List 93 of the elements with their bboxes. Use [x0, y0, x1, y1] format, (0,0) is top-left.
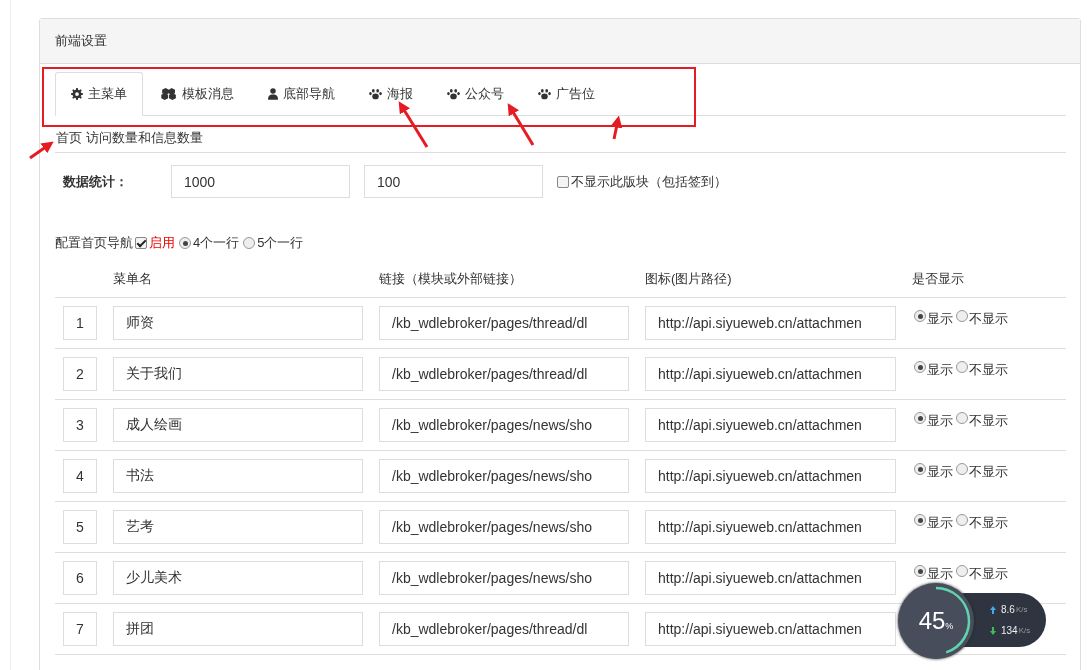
display-radio[interactable]: [956, 412, 968, 424]
display-radio[interactable]: [914, 565, 926, 577]
paw-icon: [538, 87, 551, 100]
column-header: 菜单名: [113, 270, 153, 288]
download-arrow-icon: [990, 626, 996, 635]
menu-name-field[interactable]: 成人绘画: [113, 408, 363, 442]
link-field[interactable]: /kb_wdlebroker/pages/thread/dl: [379, 357, 629, 391]
radio-label: 显示: [927, 514, 953, 532]
display-radio[interactable]: [956, 463, 968, 475]
tab[interactable]: 广告位: [522, 72, 611, 115]
annotation-arrow: [507, 103, 535, 146]
index-field[interactable]: 5: [63, 510, 97, 544]
radio-label: 不显示: [969, 310, 1008, 328]
panel-title: 前端设置: [55, 32, 107, 50]
tab[interactable]: 底部导航: [252, 72, 351, 115]
tab[interactable]: 海报: [353, 72, 429, 115]
cubes-icon: [161, 87, 177, 100]
radio-label: 显示: [927, 463, 953, 481]
percent-value: 45: [918, 607, 946, 635]
stat-input[interactable]: 1000: [171, 165, 350, 198]
menu-name-field[interactable]: 书法: [113, 459, 363, 493]
display-radio[interactable]: [956, 310, 968, 322]
nav-config-label: 配置首页导航: [55, 234, 133, 252]
radio-label: 不显示: [969, 412, 1008, 430]
radio-label: 不显示: [969, 514, 1008, 532]
radio-label: 显示: [927, 412, 953, 430]
link-field[interactable]: /kb_wdlebroker/pages/news/sho: [379, 459, 629, 493]
display-radio[interactable]: [914, 463, 926, 475]
menu-name-field[interactable]: 少儿美术: [113, 561, 363, 595]
percent-sign: %: [945, 621, 954, 631]
radio-label: 4个一行: [193, 234, 240, 252]
upload-speed: 8.6: [1001, 604, 1015, 615]
link-field[interactable]: /kb_wdlebroker/pages/news/sho: [379, 408, 629, 442]
display-radio[interactable]: [956, 361, 968, 373]
column-header: 是否显示: [912, 270, 965, 288]
column-header: 链接（模块或外部链接）: [379, 270, 523, 288]
icon-path-field[interactable]: http://api.siyueweb.cn/attachmen: [645, 459, 896, 493]
menu-name-field[interactable]: 师资: [113, 306, 363, 340]
tab[interactable]: 主菜单: [55, 72, 143, 116]
link-field[interactable]: /kb_wdlebroker/pages/thread/dl: [379, 306, 629, 340]
tab[interactable]: 公众号: [431, 72, 520, 115]
icon-path-field[interactable]: http://api.siyueweb.cn/attachmen: [645, 357, 896, 391]
section-title: 首页 访问数量和信息数量: [55, 116, 1066, 153]
annotation-arrow: [610, 115, 623, 140]
icon-path-field[interactable]: http://api.siyueweb.cn/attachmen: [645, 561, 896, 595]
gear-icon: [71, 88, 83, 100]
display-radio[interactable]: [956, 514, 968, 526]
link-field[interactable]: /kb_wdlebroker/pages/news/sho: [379, 561, 629, 595]
paw-icon: [369, 87, 382, 100]
index-field[interactable]: 2: [63, 357, 97, 391]
radio-label: 不显示: [969, 565, 1008, 583]
speed-unit: K/s: [1018, 626, 1031, 635]
radio-label: 5个一行: [257, 234, 304, 252]
radio-label: 显示: [927, 361, 953, 379]
stats-label: 数据统计：: [63, 172, 129, 191]
index-field[interactable]: 3: [63, 408, 97, 442]
index-field[interactable]: 1: [63, 306, 97, 340]
menu-name-field[interactable]: 关于我们: [113, 357, 363, 391]
menu-name-field[interactable]: 艺考: [113, 510, 363, 544]
enable-label: 启用: [149, 234, 175, 252]
speed-unit: K/s: [1015, 605, 1028, 614]
icon-path-field[interactable]: http://api.siyueweb.cn/attachmen: [645, 612, 896, 646]
paw-icon: [447, 87, 460, 100]
icon-path-field[interactable]: http://api.siyueweb.cn/attachmen: [645, 510, 896, 544]
download-speed: 134: [1001, 625, 1018, 636]
link-field[interactable]: /kb_wdlebroker/pages/news/sho: [379, 510, 629, 544]
index-field[interactable]: 6: [63, 561, 97, 595]
radio-label: 不显示: [969, 463, 1008, 481]
upload-arrow-icon: [990, 605, 996, 614]
radio-label: 显示: [927, 565, 953, 583]
user-icon: [268, 87, 278, 100]
annotation-arrow: [398, 101, 429, 148]
checkbox[interactable]: [557, 175, 569, 188]
menu-name-field[interactable]: 拼团: [113, 612, 363, 646]
tab[interactable]: 模板消息: [145, 72, 250, 115]
enable-checkbox[interactable]: [135, 237, 147, 249]
index-field[interactable]: 4: [63, 459, 97, 493]
layout-radio[interactable]: [179, 237, 191, 249]
display-radio[interactable]: [914, 361, 926, 373]
link-field[interactable]: /kb_wdlebroker/pages/thread/dl: [379, 612, 629, 646]
display-radio[interactable]: [914, 412, 926, 424]
display-radio[interactable]: [914, 310, 926, 322]
icon-path-field[interactable]: http://api.siyueweb.cn/attachmen: [645, 408, 896, 442]
display-radio[interactable]: [956, 565, 968, 577]
layout-radio[interactable]: [243, 237, 256, 249]
icon-path-field[interactable]: http://api.siyueweb.cn/attachmen: [645, 306, 896, 340]
display-radio[interactable]: [914, 514, 926, 526]
stat-input[interactable]: 100: [364, 165, 543, 198]
index-field[interactable]: 7: [63, 612, 97, 646]
radio-label: 不显示: [969, 361, 1008, 379]
annotation-arrow: [29, 141, 54, 160]
column-header: 图标(图片路径): [645, 270, 733, 288]
radio-label: 显示: [927, 310, 953, 328]
